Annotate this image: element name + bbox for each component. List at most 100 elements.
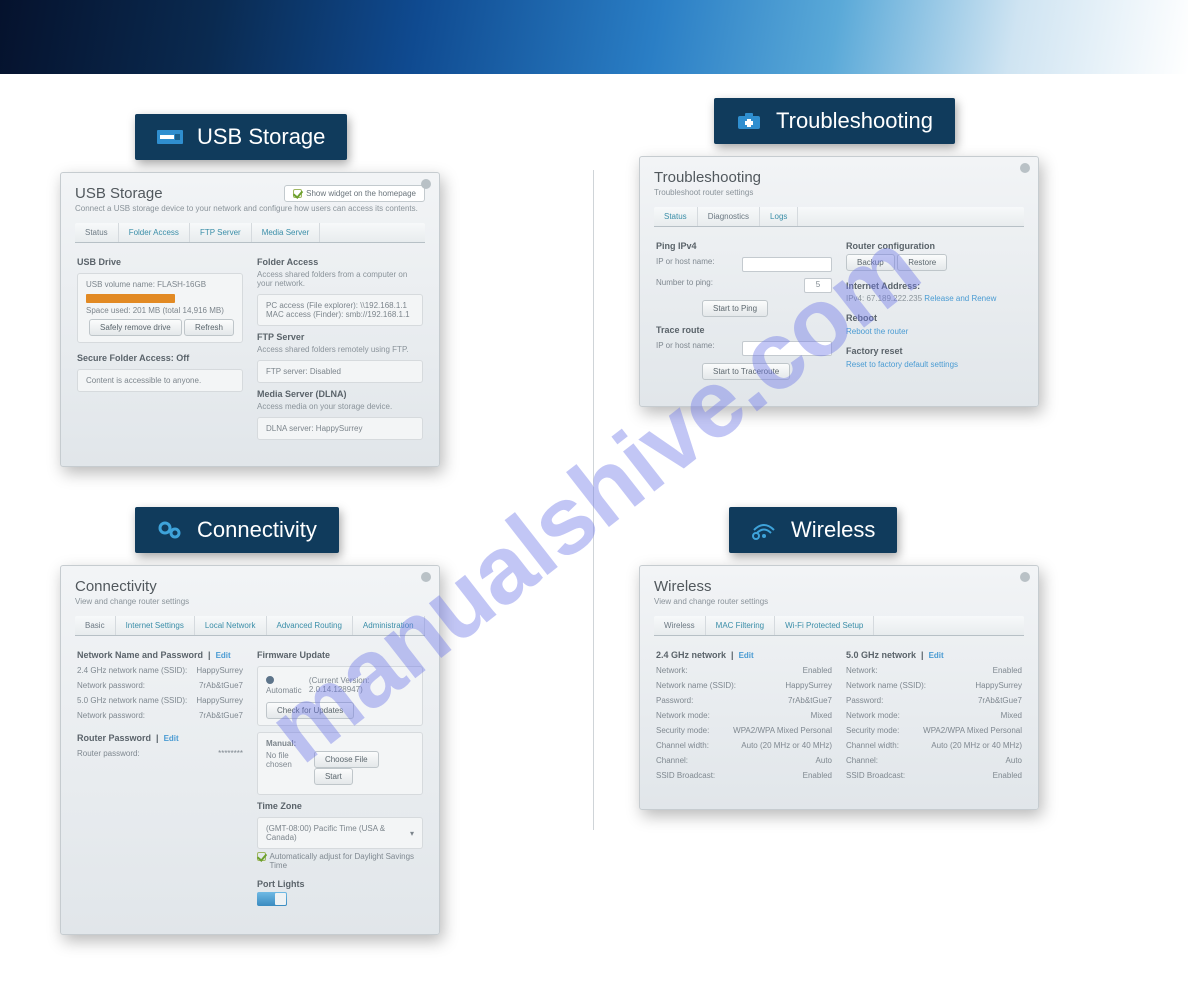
card-subtitle: Connect a USB storage device to your net… — [75, 204, 425, 213]
table-row: Network name (SSID):HappySurrey — [656, 678, 832, 693]
ping-count-input[interactable]: 5 — [804, 278, 832, 293]
folder-access-box: PC access (File explorer): \\192.168.1.1… — [257, 294, 423, 326]
choose-file-button[interactable]: Choose File — [314, 751, 379, 768]
row-label: SSID Broadcast: — [656, 771, 715, 780]
card-title: Connectivity — [75, 578, 425, 595]
reboot-link[interactable]: Reboot the router — [846, 327, 908, 336]
card-subtitle: View and change router settings — [654, 597, 1024, 606]
refresh-button[interactable]: Refresh — [184, 319, 234, 336]
secure-folder-box: Content is accessible to anyone. — [77, 369, 243, 392]
card-title: Wireless — [654, 578, 1024, 595]
close-icon[interactable] — [421, 179, 431, 189]
release-renew-link[interactable]: Release and Renew — [924, 294, 996, 303]
tab-admin[interactable]: Administration — [353, 616, 425, 635]
usb-space: Space used: 201 MB (total 14,916 MB) — [86, 306, 234, 315]
tabs: Status Diagnostics Logs — [654, 207, 1024, 227]
row-value: 7rAb&tGue7 — [978, 696, 1022, 705]
row-label: Password: — [656, 696, 693, 705]
tab-wps[interactable]: Wi-Fi Protected Setup — [775, 616, 874, 635]
row-value: HappySurrey — [785, 681, 832, 690]
trace-ip-label: IP or host name: — [656, 341, 715, 356]
row-label: Channel: — [656, 756, 688, 765]
wifi-icon — [751, 520, 777, 540]
inet-value: IPv4: 67.189.222.235 — [846, 294, 922, 303]
row-value: Enabled — [803, 666, 832, 675]
usb-storage-card: Show widget on the homepage USB Storage … — [60, 172, 440, 467]
close-icon[interactable] — [421, 572, 431, 582]
close-icon[interactable] — [1020, 572, 1030, 582]
table-row: Security mode:WPA2/WPA Mixed Personal — [656, 723, 832, 738]
router-pw-label: Router password: — [77, 749, 140, 758]
tab-ftp[interactable]: FTP Server — [190, 223, 252, 242]
media-box: DLNA server: HappySurrey — [257, 417, 423, 440]
check-icon — [293, 189, 302, 198]
row-label: Network name (SSID): — [846, 681, 926, 690]
tab-folder-access[interactable]: Folder Access — [119, 223, 190, 242]
ping-title: Ping IPv4 — [656, 241, 832, 251]
edit-link[interactable]: Edit — [164, 734, 179, 743]
tabs: Wireless MAC Filtering Wi-Fi Protected S… — [654, 616, 1024, 636]
row-label: Channel width: — [656, 741, 709, 750]
edit-link[interactable]: Edit — [216, 651, 231, 660]
ftp-title: FTP Server — [257, 332, 423, 342]
ssid50-label: 5.0 GHz network name (SSID): — [77, 696, 187, 705]
tab-internet[interactable]: Internet Settings — [116, 616, 195, 635]
homepage-widget-toggle[interactable]: Show widget on the homepage — [284, 185, 425, 202]
row-value: Enabled — [803, 771, 832, 780]
ftp-sub: Access shared folders remotely using FTP… — [257, 345, 423, 354]
manual-sub: No file chosen — [266, 751, 314, 785]
edit-link[interactable]: Edit — [929, 651, 944, 660]
inet-title: Internet Address: — [846, 281, 1022, 291]
secure-folder-title: Secure Folder Access: Off — [77, 353, 243, 363]
tab-routing[interactable]: Advanced Routing — [267, 616, 353, 635]
row-value: Enabled — [993, 771, 1022, 780]
tab-status[interactable]: Status — [75, 223, 119, 242]
factory-link[interactable]: Reset to factory default settings — [846, 360, 958, 369]
port-lights-toggle[interactable] — [257, 892, 287, 906]
tab-mac[interactable]: MAC Filtering — [706, 616, 775, 635]
tab-logs[interactable]: Logs — [760, 207, 798, 226]
row-value: HappySurrey — [975, 681, 1022, 690]
tz-select[interactable]: (GMT-08:00) Pacific Time (USA & Canada)▾ — [257, 817, 423, 849]
start-ping-button[interactable]: Start to Ping — [702, 300, 768, 317]
tz-dst: Automatically adjust for Daylight Saving… — [270, 852, 423, 870]
check-icon[interactable] — [257, 852, 266, 861]
tab-media[interactable]: Media Server — [252, 223, 321, 242]
ping-ip-input[interactable] — [742, 257, 832, 272]
trace-title: Trace route — [656, 325, 832, 335]
edit-link[interactable]: Edit — [739, 651, 754, 660]
restore-button[interactable]: Restore — [897, 254, 947, 271]
usb-storage-section: USB Storage Show widget on the homepage … — [60, 114, 549, 467]
table-row: Network:Enabled — [846, 663, 1022, 678]
row-value: Auto — [1006, 756, 1022, 765]
table-row: Security mode:WPA2/WPA Mixed Personal — [846, 723, 1022, 738]
tab-diagnostics[interactable]: Diagnostics — [698, 207, 760, 226]
trace-ip-input[interactable] — [742, 341, 832, 356]
row-label: Network: — [656, 666, 688, 675]
start-button[interactable]: Start — [314, 768, 353, 785]
table-row: Channel width:Auto (20 MHz or 40 MHz) — [846, 738, 1022, 753]
tab-status[interactable]: Status — [654, 207, 698, 226]
connectivity-card: Connectivity View and change router sett… — [60, 565, 440, 935]
tab-wireless[interactable]: Wireless — [654, 616, 706, 635]
check-updates-button[interactable]: Check for Updates — [266, 702, 354, 719]
table-row: Network: Enabled — [656, 663, 832, 678]
chevron-down-icon: ▾ — [410, 829, 414, 838]
tab-basic[interactable]: Basic — [75, 616, 116, 635]
start-trace-button[interactable]: Start to Traceroute — [702, 363, 790, 380]
pw50-label: Network password: — [77, 711, 145, 720]
table-row: Network mode:Mixed — [656, 708, 832, 723]
backup-button[interactable]: Backup — [846, 254, 895, 271]
table-row: Network mode:Mixed — [846, 708, 1022, 723]
close-icon[interactable] — [1020, 163, 1030, 173]
tz-title: Time Zone — [257, 801, 423, 811]
net-pw-title: Network Name and Password | Edit — [77, 650, 243, 660]
gears-icon — [157, 520, 183, 540]
row-value: WPA2/WPA Mixed Personal — [923, 726, 1022, 735]
wireless-section: Wireless Wireless View and change router… — [639, 507, 1128, 935]
safely-remove-button[interactable]: Safely remove drive — [89, 319, 182, 336]
table-row: Channel:Auto — [656, 753, 832, 768]
connectivity-section: Connectivity Connectivity View and chang… — [60, 507, 549, 935]
ping-ip-label: IP or host name: — [656, 257, 715, 272]
tab-local[interactable]: Local Network — [195, 616, 267, 635]
